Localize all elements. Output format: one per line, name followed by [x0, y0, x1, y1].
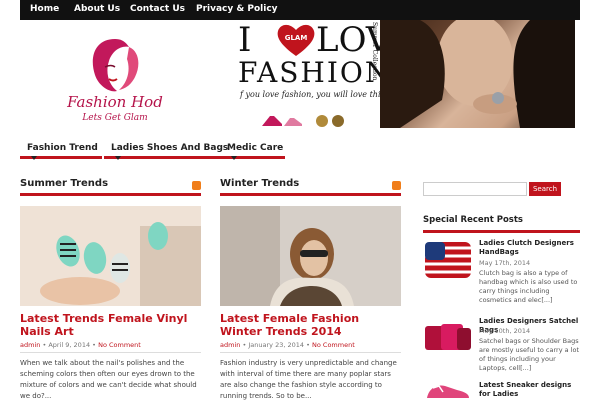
satchel-bags-image: [423, 316, 473, 360]
nav-medic-care-label: Medic Care: [227, 143, 284, 153]
nav-ladies-shoes-bags-label: Ladies Shoes And Bags: [111, 143, 229, 153]
post-divider: [220, 352, 401, 353]
winter-trends-heading: Winter Trends: [220, 178, 300, 189]
nails-art-image: [20, 206, 201, 306]
summer-trends-heading: Summer Trends: [20, 178, 109, 189]
chevron-down-icon: [115, 155, 121, 160]
sidebar-post-title[interactable]: Ladies Clutch Designers HandBags: [479, 239, 579, 257]
post-excerpt: When we talk about the nail's polishes a…: [20, 359, 197, 400]
search-input[interactable]: [423, 182, 527, 196]
heart-icon: GLAM: [277, 24, 315, 56]
post-thumbnail-winter[interactable]: [220, 206, 401, 306]
topnav-home-link[interactable]: Home: [30, 4, 59, 14]
post-comments-link[interactable]: No Comment: [98, 341, 141, 349]
site-logo[interactable]: Fashion Hod Lets Get Glam: [55, 35, 175, 130]
topnav-contact-link[interactable]: Contact Us: [130, 4, 185, 14]
banner-model-photo: [380, 20, 575, 128]
banner-heart-text: GLAM: [285, 34, 308, 42]
post-thumbnail-nails[interactable]: [20, 206, 201, 306]
post-excerpt: Fashion industry is very unpredictable a…: [220, 359, 397, 400]
post-date: January 23, 2014: [248, 341, 305, 349]
rss-icon[interactable]: [392, 181, 401, 190]
chevron-down-icon: [231, 155, 237, 160]
logo-tagline: Lets Get Glam: [82, 113, 148, 123]
nav-medic-care[interactable]: Medic Care: [220, 141, 285, 160]
summer-trends-underline: [20, 193, 201, 196]
post-meta: admin • January 23, 2014 • No Comment: [220, 341, 355, 349]
header-banner[interactable]: I GLAM LOVE FASHION f you love fashion, …: [238, 20, 575, 128]
sidebar-thumb-sneaker[interactable]: [423, 378, 473, 400]
banner-i-text: I: [238, 20, 252, 60]
sidebar-post-date: May 10th, 2014: [479, 327, 531, 335]
post-date: April 9, 2014: [48, 341, 91, 349]
nav-fashion-trend[interactable]: Fashion Trend: [20, 141, 102, 160]
flag-clutch-image: [423, 238, 473, 282]
nav-fashion-trend-label: Fashion Trend: [27, 143, 98, 153]
topnav-about-link[interactable]: About Us: [74, 4, 120, 14]
sneaker-image: [423, 378, 473, 400]
nav-ladies-shoes-bags[interactable]: Ladies Shoes And Bags: [104, 141, 236, 160]
search-button[interactable]: Search: [529, 182, 561, 196]
logo-title: Fashion Hod: [67, 93, 163, 111]
post-comments-link[interactable]: No Comment: [312, 341, 355, 349]
post-author-link[interactable]: admin: [20, 341, 40, 349]
banner-side-text: Summer Collection: [371, 22, 378, 81]
special-recent-posts-heading: Special Recent Posts: [423, 215, 523, 225]
sidebar-thumb-clutch[interactable]: [423, 238, 473, 282]
model-portrait-image: [380, 20, 575, 128]
sidebar-thumb-satchel[interactable]: [423, 316, 473, 360]
post-title-link[interactable]: Latest Trends Female Vinyl Nails Art: [20, 312, 201, 338]
post-divider: [20, 352, 201, 353]
sidebar-post-excerpt: Satchel bags or Shoulder Bags are mostly…: [479, 337, 579, 372]
chevron-down-icon: [31, 155, 37, 160]
sidebar-heading-underline: [423, 230, 580, 233]
post-title-link[interactable]: Latest Female Fashion Winter Trends 2014: [220, 312, 401, 338]
rss-icon[interactable]: [192, 181, 201, 190]
top-navigation-bar: Home About Us Contact Us Privacy & Polic…: [20, 0, 580, 20]
post-meta: admin • April 9, 2014 • No Comment: [20, 341, 141, 349]
sidebar-post-excerpt: Clutch bag is also a type of handbag whi…: [479, 269, 578, 304]
winter-fashion-image: [220, 206, 401, 306]
woman-face-logo-icon: [92, 39, 139, 92]
shoes-icon: [262, 115, 344, 127]
winter-trends-underline: [220, 193, 401, 196]
topnav-privacy-link[interactable]: Privacy & Policy: [196, 4, 278, 14]
sidebar-post-date: May 17th, 2014: [479, 259, 531, 267]
sidebar-post-title[interactable]: Latest Sneaker designs for Ladies: [479, 381, 579, 399]
post-author-link[interactable]: admin: [220, 341, 240, 349]
